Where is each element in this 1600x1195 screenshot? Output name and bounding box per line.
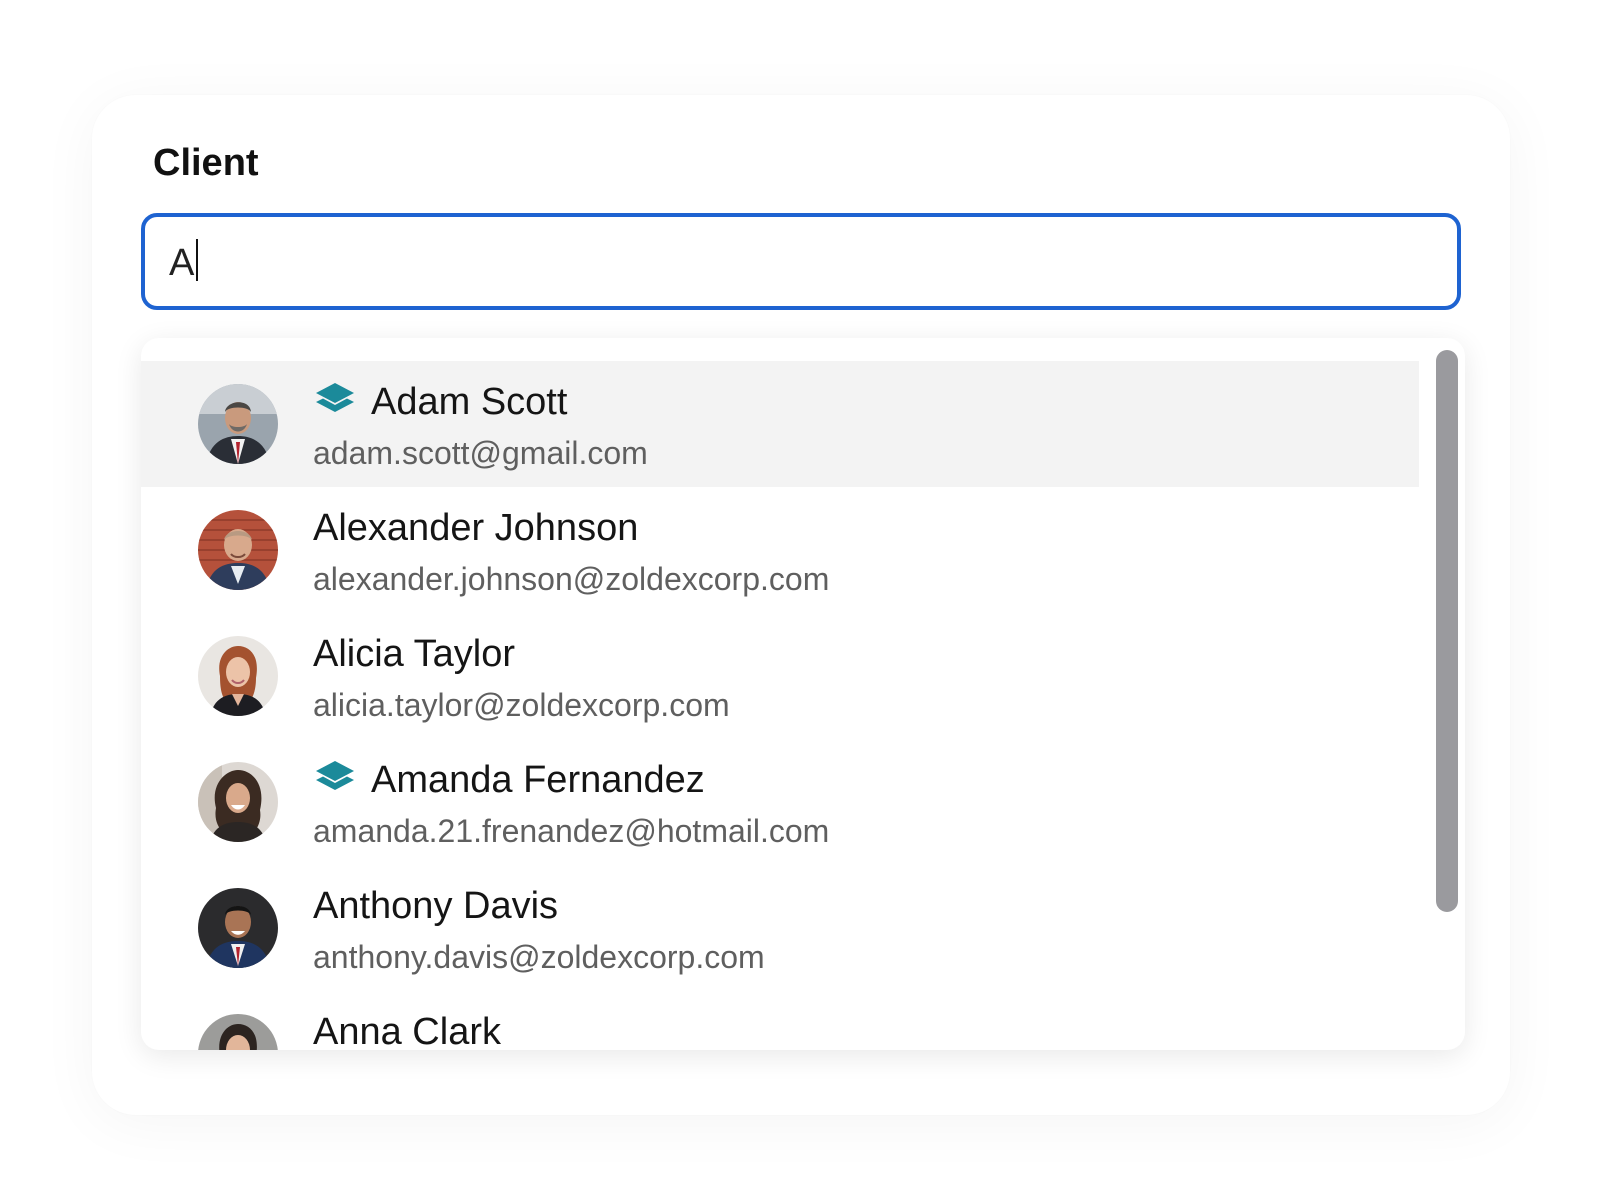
stack-layers-icon — [313, 380, 357, 424]
client-email: alexander.johnson@zoldexcorp.com — [313, 561, 830, 597]
client-option-anthony-davis[interactable]: Anthony Davis anthony.davis@zoldexcorp.c… — [141, 865, 1419, 991]
avatar — [198, 762, 278, 842]
client-options-list: Adam Scott adam.scott@gmail.com Alexande… — [141, 361, 1419, 1050]
client-name: Anna Clark — [313, 1011, 501, 1050]
client-field-label: Client — [153, 142, 259, 184]
client-email: adam.scott@gmail.com — [313, 435, 648, 471]
avatar — [198, 1014, 278, 1050]
client-name: Alicia Taylor — [313, 633, 516, 675]
avatar — [198, 384, 278, 464]
client-email: amanda.21.frenandez@hotmail.com — [313, 813, 830, 849]
avatar — [198, 888, 278, 968]
client-option-amanda-fernandez[interactable]: Amanda Fernandez amanda.21.frenandez@hot… — [141, 739, 1419, 865]
client-search-input[interactable]: A — [169, 239, 199, 286]
client-name: Adam Scott — [371, 381, 568, 423]
client-name: Anthony Davis — [313, 885, 559, 927]
option-name-line: Adam Scott — [313, 377, 567, 427]
client-suggestions-dropdown: Adam Scott adam.scott@gmail.com Alexande… — [141, 338, 1465, 1050]
client-email: anthony.davis@zoldexcorp.com — [313, 939, 765, 975]
text-caret — [196, 239, 199, 281]
client-option-alicia-taylor[interactable]: Alicia Taylor alicia.taylor@zoldexcorp.c… — [141, 613, 1419, 739]
client-name: Amanda Fernandez — [371, 759, 705, 801]
dropdown-scrollbar-thumb[interactable] — [1436, 350, 1458, 912]
option-name-line: Anthony Davis — [313, 881, 558, 931]
client-email: alicia.taylor@zoldexcorp.com — [313, 687, 730, 723]
avatar — [198, 510, 278, 590]
option-name-line: Amanda Fernandez — [313, 755, 705, 805]
client-name: Alexander Johnson — [313, 507, 639, 549]
avatar — [198, 636, 278, 716]
stack-layers-icon — [313, 758, 357, 802]
search-value-text: A — [169, 242, 195, 284]
option-name-line: Anna Clark — [313, 1007, 501, 1050]
option-name-line: Alicia Taylor — [313, 629, 515, 679]
client-option-adam-scott[interactable]: Adam Scott adam.scott@gmail.com — [141, 361, 1419, 487]
option-name-line: Alexander Johnson — [313, 503, 638, 553]
client-search-box[interactable]: A — [141, 213, 1461, 310]
client-option-anna-clark[interactable]: Anna Clark — [141, 991, 1419, 1050]
client-option-alexander-johnson[interactable]: Alexander Johnson alexander.johnson@zold… — [141, 487, 1419, 613]
